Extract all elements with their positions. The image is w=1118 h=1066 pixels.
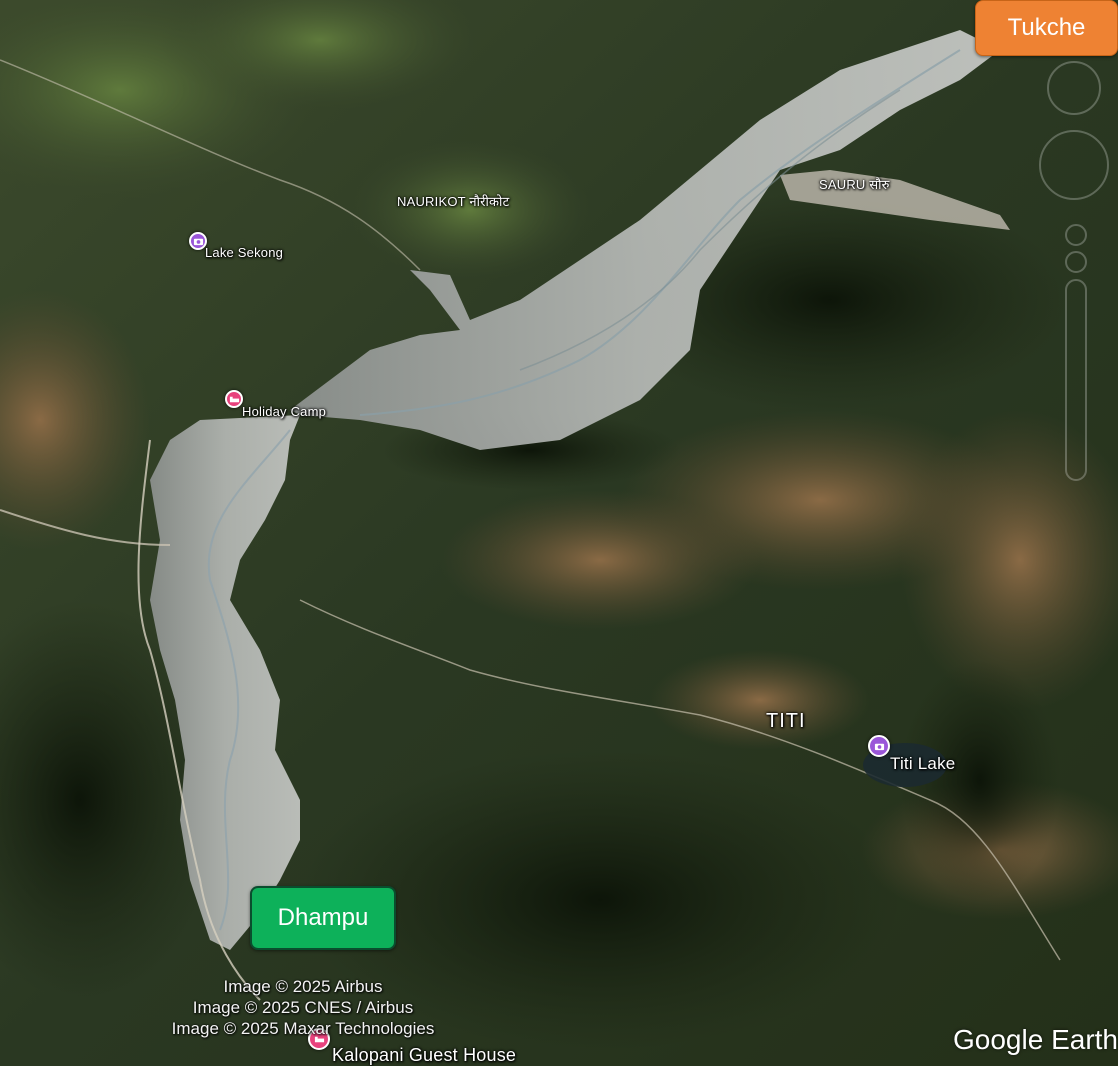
bed-icon[interactable] bbox=[225, 390, 243, 408]
attribution-line: Image © 2025 Airbus bbox=[223, 977, 383, 996]
attribution-line: Image © 2025 Maxar Technologies bbox=[171, 1019, 435, 1038]
satellite-map[interactable] bbox=[0, 0, 1118, 1066]
camera-icon[interactable] bbox=[868, 735, 890, 757]
attribution-line: Image © 2025 CNES / Airbus bbox=[192, 998, 414, 1017]
imagery-attribution: Image © 2025 Airbus Image © 2025 CNES / … bbox=[148, 976, 458, 1039]
place-label-titi: TITI bbox=[766, 710, 806, 732]
tag-dhampu[interactable]: Dhampu bbox=[250, 886, 396, 950]
poi-label-titi-lake[interactable]: Titi Lake bbox=[890, 754, 955, 774]
google-earth-logo: Google Earth bbox=[953, 1024, 1118, 1055]
tag-tukche[interactable]: Tukche bbox=[975, 0, 1118, 56]
place-label-naurikot: NAURIKOT नौरीकोट bbox=[397, 194, 510, 209]
compass-icon[interactable] bbox=[1030, 60, 1118, 210]
tilt-slider-icon[interactable] bbox=[1060, 220, 1092, 490]
poi-label-kalopani[interactable]: Kalopani Guest House bbox=[332, 1045, 516, 1066]
place-label-sauru: SAURU सौरु bbox=[819, 177, 890, 192]
poi-label-lake-sekong[interactable]: Lake Sekong bbox=[205, 245, 283, 260]
poi-label-holiday-camp[interactable]: Holiday Camp bbox=[242, 404, 326, 419]
